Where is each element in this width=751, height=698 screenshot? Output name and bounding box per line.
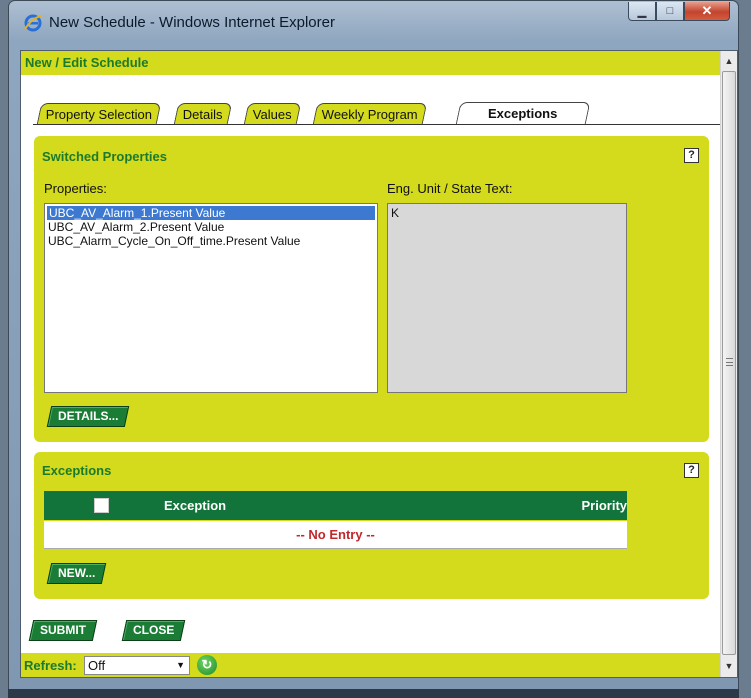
tab-property-selection[interactable]: Property Selection	[36, 103, 162, 124]
ie-icon	[24, 14, 43, 32]
close-button[interactable]: CLOSE	[121, 620, 186, 641]
details-button[interactable]: DETAILS...	[46, 406, 130, 427]
new-button-label: NEW...	[58, 566, 96, 580]
grip-icon	[726, 358, 733, 366]
help-icon[interactable]: ?	[684, 463, 699, 478]
refresh-icon[interactable]: ↻	[197, 655, 217, 675]
tab-label: Details	[182, 107, 223, 122]
units-label: Eng. Unit / State Text:	[387, 181, 513, 196]
column-header-exception[interactable]: Exception	[164, 498, 226, 513]
list-item[interactable]: UBC_AV_Alarm_1.Present Value	[46, 205, 376, 221]
window-title: New Schedule - Windows Internet Explorer	[49, 14, 335, 31]
close-label: CLOSE	[133, 623, 175, 637]
tab-label: Property Selection	[45, 107, 153, 122]
tab-weekly-program[interactable]: Weekly Program	[312, 103, 428, 124]
properties-listbox[interactable]: UBC_AV_Alarm_1.Present Value UBC_AV_Alar…	[44, 203, 378, 393]
no-entry-text: -- No Entry --	[296, 527, 375, 542]
properties-label: Properties:	[44, 181, 107, 196]
scrollbar-thumb[interactable]	[722, 71, 736, 655]
refresh-select[interactable]: Off ▼	[84, 656, 190, 675]
refresh-bar: Refresh: Off ▼ ↻	[21, 653, 720, 677]
units-box: K	[387, 203, 627, 393]
tab-label: Exceptions	[488, 106, 558, 121]
refresh-select-value: Off	[88, 658, 106, 673]
tab-underline	[33, 124, 720, 125]
browser-client: New / Edit Schedule Property Selection D…	[20, 50, 738, 678]
exceptions-table-header: Exception Priority	[44, 491, 627, 520]
select-all-checkbox[interactable]	[94, 498, 109, 513]
scroll-up-arrow-icon[interactable]: ▲	[721, 53, 737, 70]
window-controls: ▁ □ ✕	[628, 2, 730, 21]
browser-window: New Schedule - Windows Internet Explorer…	[8, 0, 739, 690]
tab-details[interactable]: Details	[173, 103, 232, 124]
page-title: New / Edit Schedule	[25, 55, 149, 70]
table-row: -- No Entry --	[44, 521, 627, 549]
new-exception-button[interactable]: NEW...	[46, 563, 107, 584]
exceptions-title: Exceptions	[42, 463, 112, 478]
submit-button[interactable]: SUBMIT	[28, 620, 98, 641]
list-item[interactable]: UBC_Alarm_Cycle_On_Off_time.Present Valu…	[45, 234, 377, 248]
tab-label: Weekly Program	[321, 107, 418, 122]
close-window-button[interactable]: ✕	[684, 2, 730, 21]
column-header-priority[interactable]: Priority	[581, 498, 627, 513]
switched-properties-title: Switched Properties	[42, 149, 167, 164]
page-header: New / Edit Schedule	[21, 51, 720, 75]
page-content: New / Edit Schedule Property Selection D…	[21, 51, 720, 677]
minimize-button[interactable]: ▁	[628, 2, 656, 21]
help-icon[interactable]: ?	[684, 148, 699, 163]
unit-value: K	[391, 206, 400, 220]
refresh-label: Refresh:	[24, 658, 77, 673]
window-bottom-border	[8, 689, 739, 698]
chevron-down-icon: ▼	[176, 660, 185, 670]
maximize-button[interactable]: □	[656, 2, 684, 21]
details-button-label: DETAILS...	[58, 409, 119, 423]
tab-exceptions[interactable]: Exceptions	[455, 102, 591, 125]
submit-label: SUBMIT	[40, 623, 86, 637]
title-bar: New Schedule - Windows Internet Explorer…	[9, 1, 738, 49]
tab-label: Values	[252, 107, 292, 122]
tab-values[interactable]: Values	[243, 103, 302, 124]
vertical-scrollbar[interactable]: ▲ ▼	[720, 51, 737, 677]
list-item[interactable]: UBC_AV_Alarm_2.Present Value	[45, 220, 377, 234]
scroll-down-arrow-icon[interactable]: ▼	[721, 658, 737, 675]
